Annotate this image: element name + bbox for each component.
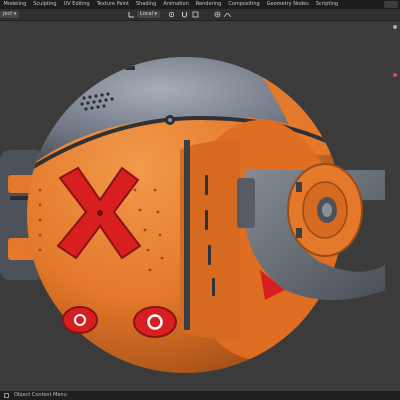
status-context-menu: Object Context Menu bbox=[14, 392, 67, 398]
tab-geometry-nodes[interactable]: Geometry Nodes bbox=[263, 0, 312, 9]
power-button-right bbox=[133, 306, 177, 338]
circle-dot-icon[interactable] bbox=[214, 11, 221, 18]
tab-uv-editing[interactable]: UV Editing bbox=[60, 0, 93, 9]
mouse-icon bbox=[4, 393, 9, 398]
snap-target-icon[interactable] bbox=[192, 11, 199, 18]
tab-texture-paint[interactable]: Texture Paint bbox=[93, 0, 132, 9]
3d-viewport[interactable] bbox=[0, 21, 400, 391]
side-hub bbox=[287, 163, 363, 257]
tab-scripting[interactable]: Scripting bbox=[312, 0, 341, 9]
pivot-icon[interactable] bbox=[168, 11, 175, 18]
tab-shading[interactable]: Shading bbox=[132, 0, 159, 9]
tab-modeling[interactable]: Modeling bbox=[0, 0, 30, 9]
status-bar: Object Context Menu bbox=[0, 391, 400, 400]
tab-rendering[interactable]: Rendering bbox=[192, 0, 225, 9]
mode-selector[interactable]: ject ▾ bbox=[0, 11, 20, 18]
workspace-tabs-bar: Modeling Sculpting UV Editing Texture Paint… bbox=[0, 0, 400, 9]
scene-selector[interactable] bbox=[384, 1, 398, 8]
falloff-icon[interactable] bbox=[224, 11, 231, 18]
transform-orientation-dropdown[interactable]: Local ▾ bbox=[137, 11, 161, 18]
robot-ball-render bbox=[0, 57, 385, 373]
tab-animation[interactable]: Animation bbox=[160, 0, 193, 9]
tab-sculpting[interactable]: Sculpting bbox=[30, 0, 60, 9]
gizmo-x-icon[interactable] bbox=[393, 73, 397, 77]
magnet-icon[interactable] bbox=[181, 11, 188, 18]
gizmo-top-icon[interactable] bbox=[393, 25, 397, 29]
viewport-header: ject ▾ Local ▾ bbox=[0, 9, 400, 21]
transform-orientation-label: Local bbox=[140, 11, 153, 17]
mode-label: ject bbox=[3, 11, 13, 17]
tab-compositing[interactable]: Compositing bbox=[225, 0, 263, 9]
axis-icon[interactable] bbox=[128, 11, 135, 18]
power-button-left bbox=[62, 306, 98, 334]
